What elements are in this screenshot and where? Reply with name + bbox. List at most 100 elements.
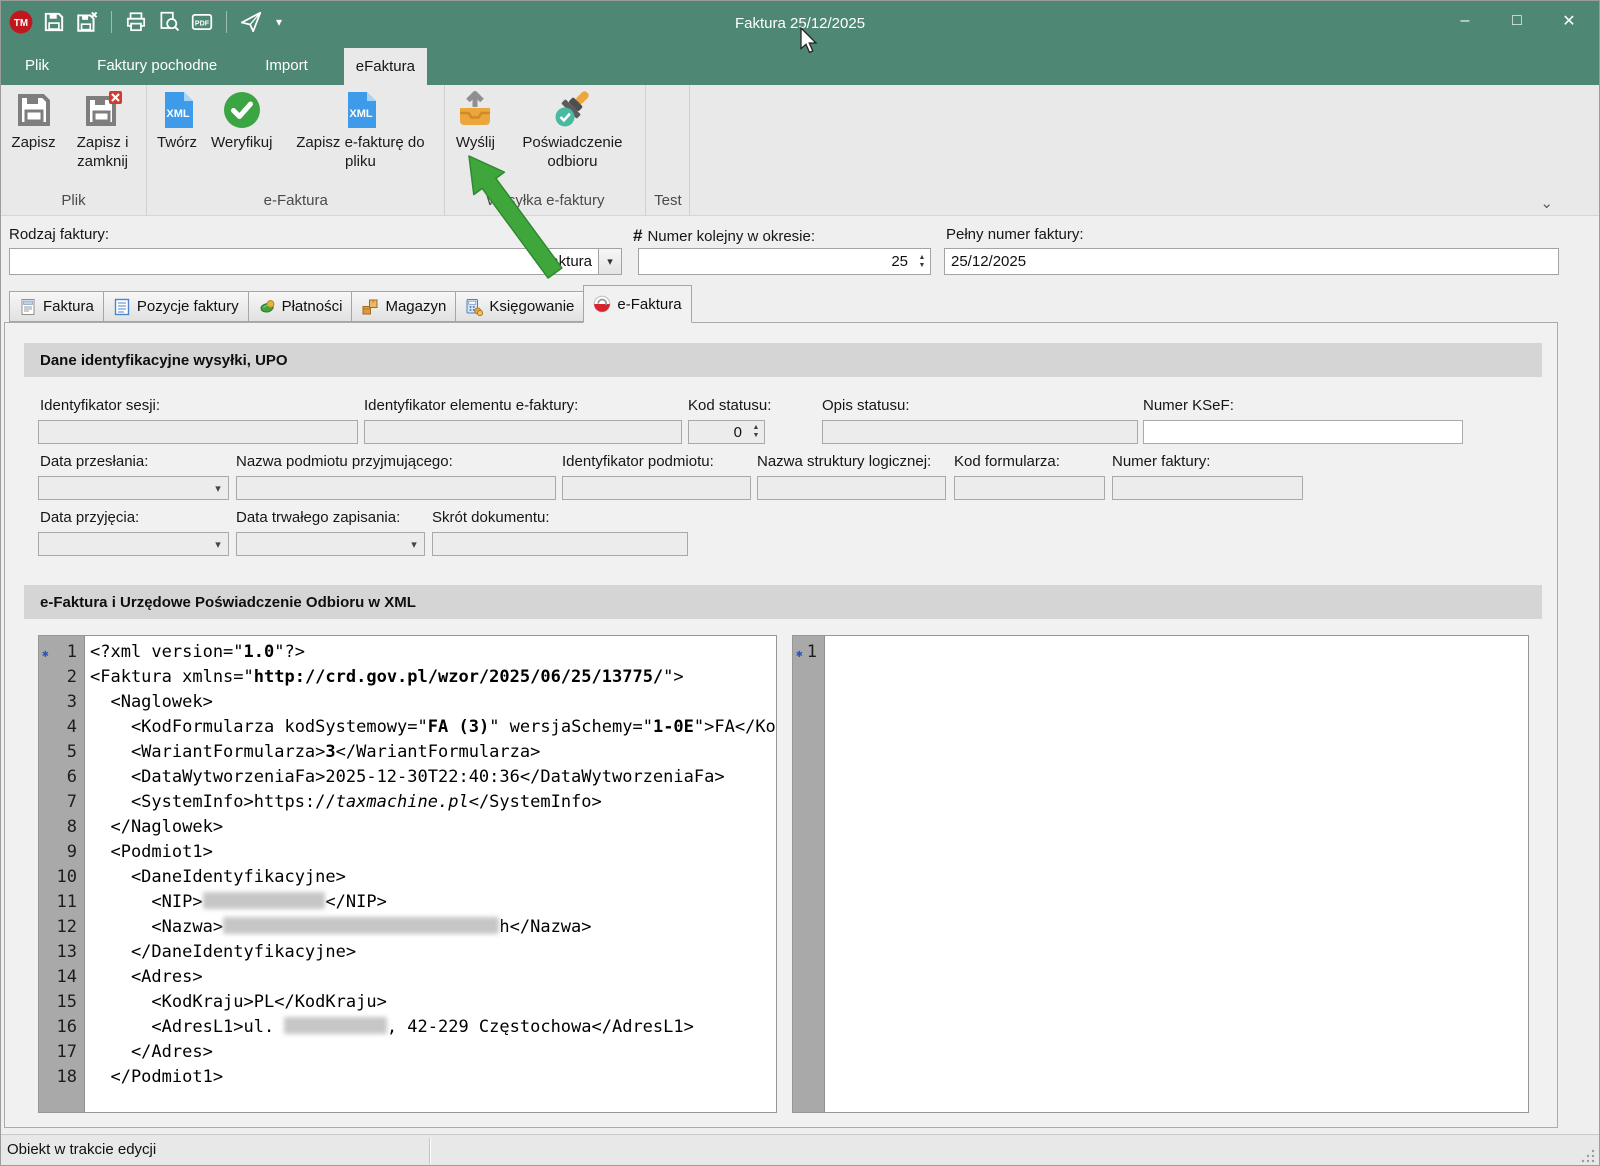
dropdown-icon[interactable]: ▾ xyxy=(208,533,228,555)
invoice-number-field[interactable] xyxy=(1112,476,1303,500)
dropdown-icon[interactable]: ▾ xyxy=(208,477,228,499)
zapisz-i-zamknij-button[interactable]: Zapisz i zamknij xyxy=(63,85,143,171)
doc-tab-label: Pozycje faktury xyxy=(137,298,239,315)
close-button[interactable]: ✕ xyxy=(1543,3,1595,39)
ribbon-group-label: Plik xyxy=(1,192,146,215)
modified-line-marker-icon: ✱ xyxy=(796,641,803,666)
poswiadczenie-odbioru-button[interactable]: Poświadczenie odbioru xyxy=(502,85,642,171)
full-number-field[interactable] xyxy=(944,248,1559,275)
tab-accounting-icon xyxy=(465,298,483,316)
status-code-spinner[interactable]: ▲▼ xyxy=(688,420,765,444)
ribbon-tab-bar: Plik Faktury pochodne Import eFaktura xyxy=(1,45,427,85)
doc-tab-platnosci[interactable]: Płatności xyxy=(248,291,353,322)
print-icon[interactable] xyxy=(124,10,148,34)
wyslij-button[interactable]: Wyślij xyxy=(448,85,502,152)
svg-text:XML: XML xyxy=(350,108,374,120)
subject-id-input[interactable] xyxy=(563,477,750,499)
send-plane-icon[interactable] xyxy=(239,10,263,34)
dropdown-icon[interactable]: ▾ xyxy=(404,533,424,555)
full-number-input[interactable] xyxy=(945,249,1558,274)
xml-line: 7 <SystemInfo>https://taxmachine.pl</Sys… xyxy=(84,790,776,815)
accept-date-input[interactable] xyxy=(39,533,208,555)
logical-structure-field[interactable] xyxy=(757,476,946,500)
session-id-field[interactable] xyxy=(38,420,358,444)
status-desc-input[interactable] xyxy=(823,421,1137,443)
element-id-field[interactable] xyxy=(364,420,682,444)
status-code-label: Kod statusu: xyxy=(688,397,771,414)
tm-logo-icon[interactable]: TM xyxy=(9,10,33,34)
ksef-number-label: Numer KSeF: xyxy=(1143,397,1234,414)
minimize-button[interactable]: – xyxy=(1439,3,1491,39)
save-close-icon[interactable] xyxy=(75,10,99,34)
xml-line: 10 <DaneIdentyfikacyjne> xyxy=(84,865,776,890)
sequence-number-spinner[interactable]: ▲▼ xyxy=(638,248,931,275)
save-close-icon xyxy=(83,90,123,130)
ribbon-button-label: Poświadczenie odbioru xyxy=(509,133,635,171)
doc-tab-e-faktura[interactable]: e-Faktura xyxy=(583,285,691,323)
toolbar-overflow-chevron-icon[interactable]: ▾ xyxy=(272,15,286,29)
xml-line: 8 </Naglowek> xyxy=(84,815,776,840)
stamp-check-icon xyxy=(552,90,592,130)
ribbon-group-label: Test xyxy=(646,192,689,215)
efaktura-panel: Dane identyfikacyjne wysyłki, UPO Identy… xyxy=(4,322,1558,1128)
receiver-name-field[interactable] xyxy=(236,476,556,500)
receiver-name-input[interactable] xyxy=(237,477,555,499)
print-preview-icon[interactable] xyxy=(157,10,181,34)
session-id-input[interactable] xyxy=(39,421,357,443)
ribbon-button-label: Zapisz i zamknij xyxy=(70,133,136,171)
persist-date-combo[interactable]: ▾ xyxy=(236,532,425,556)
invoice-type-input[interactable] xyxy=(10,249,598,274)
zapisz-button[interactable]: Zapisz xyxy=(4,85,62,152)
document-hash-field[interactable] xyxy=(432,532,688,556)
ribbon-tab-faktury-pochodne[interactable]: Faktury pochodne xyxy=(85,45,229,85)
doc-tab-magazyn[interactable]: Magazyn xyxy=(351,291,456,322)
xml-editor-upo[interactable]: 1✱ xyxy=(792,635,1529,1113)
sent-date-combo[interactable]: ▾ xyxy=(38,476,229,500)
weryfikuj-button[interactable]: Weryfikuj xyxy=(204,85,279,152)
accept-date-combo[interactable]: ▾ xyxy=(38,532,229,556)
line-number: 7 xyxy=(39,790,77,815)
persist-date-label: Data trwałego zapisania: xyxy=(236,509,400,526)
save-icon[interactable] xyxy=(42,10,66,34)
xml-line: 3 <Naglowek> xyxy=(84,690,776,715)
xml-editor-efaktura[interactable]: 1✱<?xml version="1.0"?>2<Faktura xmlns="… xyxy=(38,635,777,1113)
ribbon-group-e-faktura: XMLTwórzWeryfikujXMLZapisz e-fakturę do … xyxy=(147,85,445,215)
maximize-button[interactable]: □ xyxy=(1491,3,1543,39)
ribbon-tab-efaktura[interactable]: eFaktura xyxy=(344,48,427,85)
ribbon-tab-plik[interactable]: Plik xyxy=(13,45,61,85)
toolbar-separator xyxy=(111,11,112,33)
doc-tab-pozycje-faktury[interactable]: Pozycje faktury xyxy=(103,291,249,322)
element-id-input[interactable] xyxy=(365,421,681,443)
subject-id-field[interactable] xyxy=(562,476,751,500)
doc-tab-faktura[interactable]: Faktura xyxy=(9,291,104,322)
xml-line: 13 </DaneIdentyfikacyjne> xyxy=(84,940,776,965)
status-message: Obiekt w trakcie edycji xyxy=(7,1141,156,1158)
spinner-arrows-icon[interactable]: ▲▼ xyxy=(914,249,930,274)
ribbon-collapse-chevron-icon[interactable]: ⌄ xyxy=(1540,194,1553,212)
form-code-label: Kod formularza: xyxy=(954,453,1060,470)
resize-grip[interactable] xyxy=(1580,1148,1596,1164)
pdf-export-icon[interactable]: PDF xyxy=(190,10,214,34)
status-code-input[interactable] xyxy=(689,421,748,443)
document-hash-input[interactable] xyxy=(433,533,687,555)
form-code-field[interactable] xyxy=(954,476,1105,500)
form-code-input[interactable] xyxy=(955,477,1104,499)
invoice-type-dropdown-icon[interactable]: ▾ xyxy=(598,249,621,274)
persist-date-input[interactable] xyxy=(237,533,404,555)
upo-section-header: Dane identyfikacyjne wysyłki, UPO xyxy=(24,343,1542,377)
ksef-number-field[interactable] xyxy=(1143,420,1463,444)
invoice-number-input[interactable] xyxy=(1113,477,1302,499)
spinner-arrows-icon[interactable]: ▲▼ xyxy=(748,421,764,443)
doc-tab-ksiegowanie[interactable]: Księgowanie xyxy=(455,291,584,322)
status-desc-field[interactable] xyxy=(822,420,1138,444)
ksef-number-input[interactable] xyxy=(1144,421,1462,443)
xml-line: 9 <Podmiot1> xyxy=(84,840,776,865)
sent-date-input[interactable] xyxy=(39,477,208,499)
logical-structure-label: Nazwa struktury logicznej: xyxy=(757,453,931,470)
tworz-button[interactable]: XMLTwórz xyxy=(150,85,204,152)
ribbon-tab-import[interactable]: Import xyxy=(253,45,320,85)
zapisz-e-fakture-do-pliku-button[interactable]: XMLZapisz e-fakturę do pliku xyxy=(279,85,441,171)
sequence-number-input[interactable] xyxy=(639,249,914,274)
invoice-type-combo[interactable]: ▾ xyxy=(9,248,622,275)
logical-structure-input[interactable] xyxy=(758,477,945,499)
